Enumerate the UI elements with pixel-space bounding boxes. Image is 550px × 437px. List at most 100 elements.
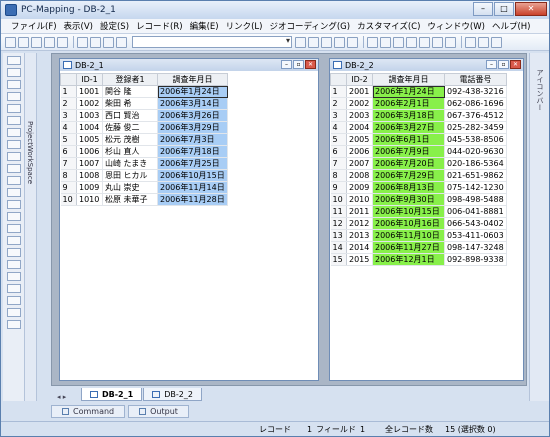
table-row[interactable]: 6 2006 2006年7月9日 044-020-9630 — [330, 145, 507, 158]
row-number[interactable]: 2 — [330, 97, 347, 110]
field-icon-7[interactable] — [445, 36, 456, 48]
cut-icon[interactable] — [77, 36, 88, 48]
table-cell[interactable]: 066-543-0402 — [444, 217, 507, 230]
table-cell[interactable]: 2010 — [346, 193, 373, 206]
table-cell[interactable]: 021-651-9862 — [444, 169, 507, 182]
table-cell[interactable]: 1010 — [76, 193, 103, 206]
menu-help[interactable]: ヘルプ(H) — [492, 20, 531, 32]
table-cell[interactable]: 関谷 隆 — [102, 85, 158, 98]
row-number[interactable]: 9 — [60, 181, 77, 194]
table-cell[interactable]: 1007 — [76, 157, 103, 170]
table-row[interactable]: 3 1003 西口 賢治 2006年3月26日 — [60, 109, 228, 122]
table-cell[interactable]: 098-147-3248 — [444, 241, 507, 254]
row-number[interactable]: 7 — [330, 157, 347, 170]
table-row[interactable]: 7 2007 2006年7月20日 020-186-5364 — [330, 157, 507, 170]
table-row[interactable]: 8 2008 2006年7月29日 021-651-9862 — [330, 169, 507, 182]
table-row[interactable]: 2 2002 2006年2月1日 062-086-1696 — [330, 97, 507, 110]
table-cell[interactable]: 2002 — [346, 97, 373, 110]
row-number[interactable]: 8 — [330, 169, 347, 182]
table-cell[interactable]: 2006年3月29日 — [157, 121, 228, 134]
table-row[interactable]: 4 2004 2006年3月27日 025-282-3459 — [330, 121, 507, 134]
column-header[interactable]: ID-1 — [76, 73, 103, 86]
copy-icon[interactable] — [90, 36, 101, 48]
undo-tool-icon[interactable] — [7, 80, 21, 89]
table-cell[interactable]: 2006年9月30日 — [372, 193, 445, 206]
field-icon-4[interactable] — [406, 36, 417, 48]
table-cell[interactable]: 1009 — [76, 181, 103, 194]
table-cell[interactable]: 丸山 崇史 — [102, 181, 158, 194]
row-number[interactable]: 13 — [330, 229, 347, 242]
select-tool-icon[interactable] — [7, 56, 21, 65]
table-cell[interactable]: 2008 — [346, 169, 373, 182]
table-cell[interactable]: 075-142-1230 — [444, 181, 507, 194]
table-cell[interactable]: 2006年12月1日 — [372, 253, 445, 266]
menu-file[interactable]: ファイル(F) — [11, 20, 57, 32]
table-row[interactable]: 8 1008 恩田 ヒカル 2006年10月15日 — [60, 169, 228, 182]
tab-db-2-2[interactable]: DB-2_2 — [143, 388, 202, 401]
table-cell[interactable]: 053-411-0603 — [444, 229, 507, 242]
table-cell[interactable]: 045-538-8506 — [444, 133, 507, 146]
table-cell[interactable]: 2006年1月24日 — [372, 85, 445, 98]
icon-bar-panel[interactable]: アイコンバー — [529, 53, 549, 401]
layer-tool-icon[interactable] — [7, 212, 21, 221]
table-cell[interactable]: 098-498-5488 — [444, 193, 507, 206]
table-row[interactable]: 15 2015 2006年12月1日 092-898-9338 — [330, 253, 507, 266]
toolbar-combo[interactable] — [132, 36, 292, 48]
table-row[interactable]: 2 1002 柴田 希 2006年3月14日 — [60, 97, 228, 110]
field-icon-3[interactable] — [393, 36, 404, 48]
table-cell[interactable]: 2006年8月13日 — [372, 181, 445, 194]
field-icon-1[interactable] — [367, 36, 378, 48]
table-icon[interactable] — [321, 36, 332, 48]
row-number[interactable]: 15 — [330, 253, 347, 266]
row-number[interactable]: 2 — [60, 97, 77, 110]
menu-record[interactable]: レコード(R) — [136, 20, 183, 32]
table-row[interactable]: 6 1006 杉山 直人 2006年7月18日 — [60, 145, 228, 158]
table-cell[interactable]: 2009 — [346, 181, 373, 194]
table-cell[interactable]: 1004 — [76, 121, 103, 134]
table-cell[interactable]: 2006年3月26日 — [157, 109, 228, 122]
table-row[interactable]: 4 1004 佐藤 俊二 2006年3月29日 — [60, 121, 228, 134]
tab-output[interactable]: Output — [128, 405, 189, 418]
table-cell[interactable]: 2006年10月15日 — [157, 169, 228, 182]
table-cell[interactable]: 2006年2月1日 — [372, 97, 445, 110]
table-cell[interactable]: 2006年11月10日 — [372, 229, 445, 242]
row-number[interactable]: 3 — [330, 109, 347, 122]
filter-icon[interactable] — [347, 36, 358, 48]
table-cell[interactable]: 松元 茂樹 — [102, 133, 158, 146]
db-window-2[interactable]: DB-2_2 – ▫ ✕ ID-2 調査年月日 電話番号 1 2001 2006年1… — [329, 58, 524, 381]
column-header[interactable]: 電話番号 — [444, 73, 507, 86]
menu-window[interactable]: ウィンドウ(W) — [427, 20, 485, 32]
table-cell[interactable]: 2001 — [346, 85, 373, 98]
table-tool-icon[interactable] — [7, 320, 21, 329]
row-number[interactable]: 7 — [60, 157, 77, 170]
db-window-1-titlebar[interactable]: DB-2_1 — [60, 59, 318, 71]
zoom-in-tool-icon[interactable] — [7, 92, 21, 101]
table-row[interactable]: 14 2014 2006年11月27日 098-147-3248 — [330, 241, 507, 254]
table-row[interactable]: 10 1010 松原 未華子 2006年11月28日 — [60, 193, 228, 206]
map-icon[interactable] — [295, 36, 306, 48]
minimize-button[interactable]: – — [473, 2, 493, 16]
column-icon-3[interactable] — [491, 36, 502, 48]
table-cell[interactable]: 2013 — [346, 229, 373, 242]
table-cell[interactable]: 1003 — [76, 109, 103, 122]
table-row[interactable]: 10 2010 2006年9月30日 098-498-5488 — [330, 193, 507, 206]
polygon-tool-icon[interactable] — [7, 164, 21, 173]
table-cell[interactable]: 1006 — [76, 145, 103, 158]
zoom-out-tool-icon[interactable] — [7, 104, 21, 113]
line-tool-icon[interactable] — [7, 152, 21, 161]
print-icon[interactable] — [44, 36, 55, 48]
table-cell[interactable]: 2006年11月14日 — [157, 181, 228, 194]
table-cell[interactable]: 2006年6月1日 — [372, 133, 445, 146]
label-tool-icon[interactable] — [7, 236, 21, 245]
tab-command[interactable]: Command — [51, 405, 126, 418]
chart-icon[interactable] — [334, 36, 345, 48]
table-cell[interactable]: 2006 — [346, 145, 373, 158]
layer-icon[interactable] — [308, 36, 319, 48]
close-button[interactable]: ✕ — [515, 2, 547, 16]
table-cell[interactable]: 2006年11月27日 — [372, 241, 445, 254]
column-header[interactable]: 調査年月日 — [372, 73, 445, 86]
table-cell[interactable]: 2007 — [346, 157, 373, 170]
row-number[interactable]: 6 — [60, 145, 77, 158]
table-cell[interactable]: 2006年7月25日 — [157, 157, 228, 170]
column-icon-2[interactable] — [478, 36, 489, 48]
